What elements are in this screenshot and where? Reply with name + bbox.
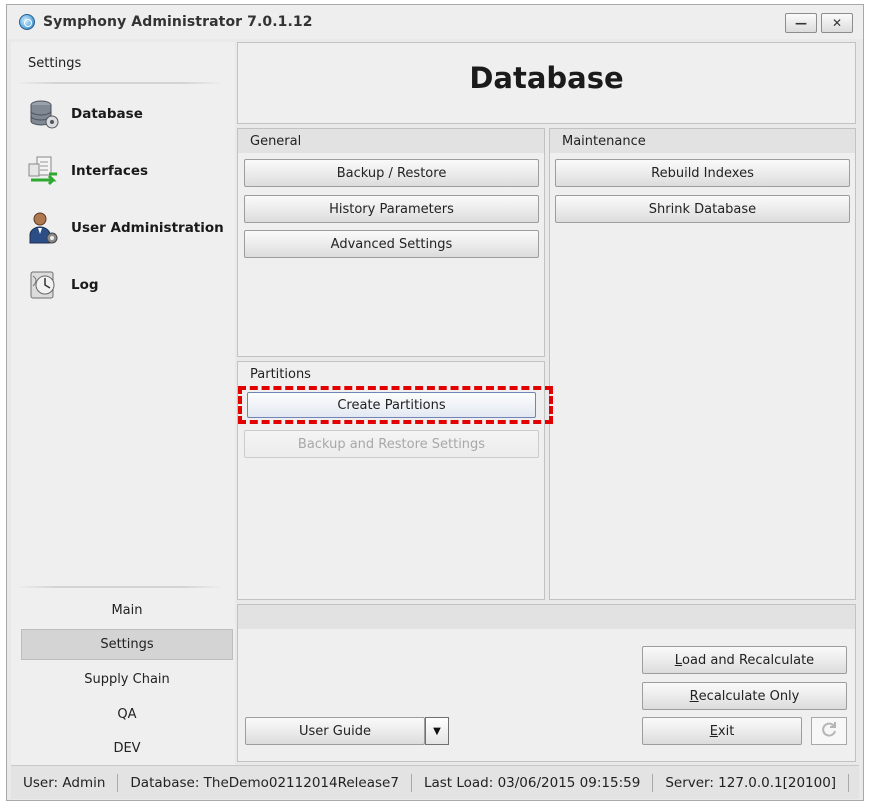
actions-panel-header <box>238 605 855 629</box>
sidebar-item-label: User Administration <box>71 220 224 236</box>
exit-label: xit <box>717 723 735 739</box>
highlight-annotation <box>238 386 553 424</box>
minimize-button[interactable]: — <box>785 13 817 33</box>
sidebar-divider <box>15 82 223 84</box>
database-title-panel: Database <box>237 42 856 124</box>
recalculate-only-button[interactable]: Recalculate Only <box>642 682 847 710</box>
backup-restore-settings-button[interactable]: Backup and Restore Settings <box>244 430 539 458</box>
status-bar: User: Admin Database: TheDemo02112014Rel… <box>11 765 859 799</box>
window-title: Symphony Administrator 7.0.1.12 <box>43 14 313 30</box>
status-last-load: Last Load: 03/06/2015 09:15:59 <box>412 773 654 792</box>
user-guide-dropdown[interactable]: ▼ <box>425 717 449 745</box>
title-bar: Symphony Administrator 7.0.1.12 — ✕ <box>7 5 863 39</box>
status-user: User: Admin <box>11 773 119 792</box>
close-button[interactable]: ✕ <box>821 13 853 33</box>
sidebar-item-label: Interfaces <box>71 163 149 179</box>
backup-restore-button[interactable]: Backup / Restore <box>244 159 539 187</box>
user-guide-button[interactable]: User Guide <box>245 717 425 745</box>
nav-qa[interactable]: QA <box>21 699 233 730</box>
sidebar-divider <box>15 586 223 588</box>
user-admin-icon <box>27 211 61 245</box>
app-window: Symphony Administrator 7.0.1.12 — ✕ Sett… <box>6 4 864 801</box>
shrink-database-button[interactable]: Shrink Database <box>555 195 850 223</box>
load-and-recalculate-button[interactable]: Load and Recalculate <box>642 646 847 674</box>
maintenance-panel-title: Maintenance <box>562 134 646 149</box>
nav-settings[interactable]: Settings <box>21 629 233 660</box>
maintenance-panel-header: Maintenance <box>550 129 855 153</box>
rebuild-indexes-button[interactable]: Rebuild Indexes <box>555 159 850 187</box>
recalculate-only-label: ecalculate Only <box>698 688 800 704</box>
app-logo-icon <box>19 14 35 30</box>
general-panel-header: General <box>238 129 544 153</box>
nav-main[interactable]: Main <box>21 595 233 626</box>
database-icon <box>27 97 61 131</box>
partitions-panel-title: Partitions <box>250 367 311 382</box>
load-and-recalculate-label: oad and Recalculate <box>682 652 815 668</box>
chevron-down-icon: ▼ <box>433 725 441 737</box>
interfaces-icon <box>27 154 61 188</box>
recalculate-only-accel: R <box>689 688 699 704</box>
exit-button[interactable]: Exit <box>642 717 802 745</box>
nav-dev[interactable]: DEV <box>21 733 233 764</box>
sidebar-item-log[interactable]: Log <box>27 265 231 305</box>
sidebar: Settings Database Interfaces User Admini… <box>11 42 235 766</box>
exit-accel: E <box>709 723 718 739</box>
status-database: Database: TheDemo02112014Release7 <box>118 773 412 792</box>
partitions-panel-header: Partitions <box>238 362 544 386</box>
log-icon <box>27 268 61 302</box>
sidebar-item-interfaces[interactable]: Interfaces <box>27 151 231 191</box>
load-and-recalculate-accel: L <box>674 652 683 668</box>
page-title: Database <box>469 61 624 95</box>
sidebar-item-user-administration[interactable]: User Administration <box>27 208 231 248</box>
history-parameters-button[interactable]: History Parameters <box>244 195 539 223</box>
advanced-settings-button[interactable]: Advanced Settings <box>244 230 539 258</box>
sidebar-item-label: Database <box>71 106 143 122</box>
refresh-button[interactable] <box>811 717 847 745</box>
status-server: Server: 127.0.0.1[20100] <box>653 773 850 792</box>
general-panel-title: General <box>250 134 302 149</box>
sidebar-item-label: Log <box>71 277 99 293</box>
refresh-icon <box>820 720 838 742</box>
nav-supply-chain[interactable]: Supply Chain <box>21 664 233 695</box>
user-guide-split-button: User Guide ▼ <box>245 717 449 745</box>
sidebar-header: Settings <box>28 56 82 71</box>
sidebar-item-database[interactable]: Database <box>27 94 231 134</box>
